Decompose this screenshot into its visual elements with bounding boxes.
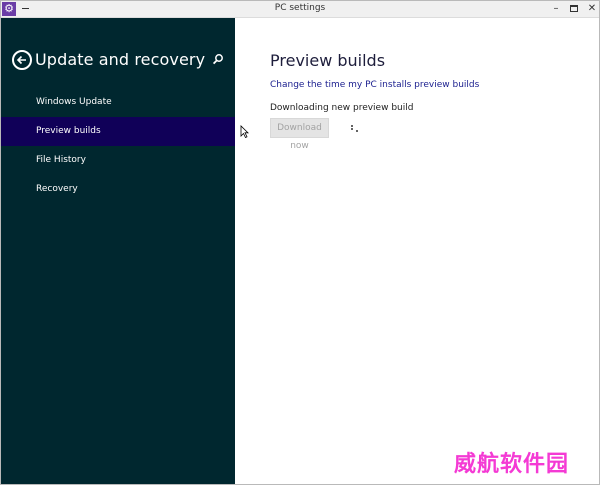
title-bar: ⚙ PC settings – ✕	[1, 1, 599, 18]
sidebar-title: Update and recovery	[35, 50, 206, 69]
maximize-icon	[570, 5, 578, 12]
watermark: 威航软件园	[454, 452, 570, 477]
pc-settings-window: ⚙ PC settings – ✕ Update and recovery Wi…	[0, 0, 600, 485]
sidebar-item-recovery[interactable]: Recovery	[1, 175, 235, 204]
download-status-text: Downloading new preview build	[270, 103, 414, 113]
change-install-time-link[interactable]: Change the time my PC installs preview b…	[270, 80, 479, 90]
window-title: PC settings	[274, 3, 326, 13]
close-button[interactable]: ✕	[585, 2, 599, 16]
download-now-button[interactable]: Download now	[270, 118, 329, 151]
sidebar-item-file-history[interactable]: File History	[1, 146, 235, 175]
loading-spinner-icon	[351, 125, 358, 132]
main-content: Preview builds Change the time my PC ins…	[235, 18, 599, 484]
sidebar-item-windows-update[interactable]: Windows Update	[1, 88, 235, 117]
search-icon[interactable]	[212, 53, 224, 65]
back-arrow-icon	[16, 55, 26, 65]
minimize-button[interactable]: –	[549, 2, 563, 16]
page-title: Preview builds	[270, 51, 386, 70]
back-button[interactable]	[12, 50, 32, 70]
maximize-button[interactable]	[567, 2, 581, 16]
sidebar: Update and recovery Windows Update Previ…	[1, 18, 235, 484]
sidebar-item-preview-builds[interactable]: Preview builds	[1, 117, 235, 146]
mouse-cursor-icon	[240, 125, 249, 138]
